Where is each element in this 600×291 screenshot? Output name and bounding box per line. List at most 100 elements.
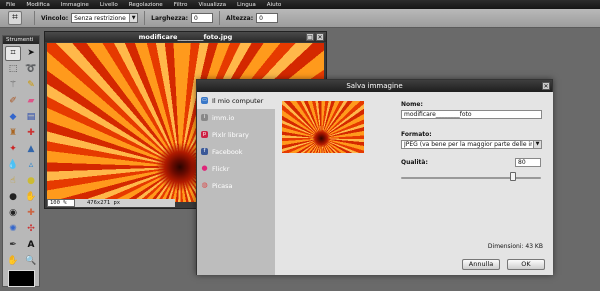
menu-lingua[interactable]: Lingua: [237, 2, 256, 8]
menu-filtro[interactable]: Filtro: [174, 2, 188, 8]
pinch-icon[interactable]: ✣: [23, 222, 39, 237]
pencil-icon[interactable]: ✎: [23, 78, 39, 93]
marquee-icon[interactable]: ⬚: [5, 62, 21, 77]
destination-label: imm.io: [212, 113, 235, 122]
chevron-down-icon: ▼: [533, 141, 541, 148]
tools-grid: ⌗ ➤ ⬚ ➰ ⚚ ✎ ✐ ▰ ◆ ▤ ♜ ✚ ✦ ▲ 💧 ▵ ☝ ● ● ✋ …: [3, 44, 39, 271]
brush-icon[interactable]: ✐: [5, 94, 21, 109]
tools-panel: Strumenti ⌗ ➤ ⬚ ➰ ⚚ ✎ ✐ ▰ ◆ ▤ ♜ ✚ ✦ ▲ 💧 …: [2, 35, 40, 287]
facebook-icon: f: [201, 148, 208, 155]
lasso-icon[interactable]: ➰: [23, 62, 39, 77]
destination-pixlr-library[interactable]: p Pixlr library: [197, 126, 275, 143]
menu-bar: File Modifica Immagine Livello Regolazio…: [0, 0, 600, 9]
close-icon[interactable]: ✕: [316, 33, 324, 41]
image-status-bar: 100 % 476x271 px: [47, 199, 197, 207]
vincolo-select[interactable]: Senza restrizione ▼: [71, 13, 139, 23]
crop-icon: ⌗: [8, 11, 22, 25]
name-input[interactable]: modificare________foto: [401, 110, 542, 119]
maximize-icon[interactable]: □: [306, 33, 314, 41]
window-buttons: □ ✕: [306, 33, 324, 41]
blur-icon[interactable]: 💧: [5, 158, 21, 173]
move-icon[interactable]: ➤: [23, 46, 39, 61]
picasa-icon: ◍: [201, 181, 208, 189]
menu-visualizza[interactable]: Visualizza: [198, 2, 226, 8]
cancel-button[interactable]: Annulla: [462, 259, 500, 270]
separator: [144, 11, 146, 25]
spot-heal-icon[interactable]: ✚: [23, 206, 39, 221]
menu-regolazione[interactable]: Regolazione: [129, 2, 163, 8]
burn-icon[interactable]: ✋: [23, 190, 39, 205]
save-dialog: Salva immagine ✕ ▭ Il mio computer i imm…: [196, 79, 553, 275]
options-bar: ⌗ Vincolo: Senza restrizione ▼ Larghezza…: [0, 9, 600, 28]
format-label: Formato:: [401, 131, 432, 138]
destination-label: Pixlr library: [212, 130, 249, 139]
close-icon[interactable]: ✕: [542, 82, 550, 90]
flickr-icon: ●: [201, 164, 208, 172]
image-preview: [282, 101, 364, 153]
quality-label: Qualità:: [401, 159, 428, 166]
larghezza-input[interactable]: 0: [191, 13, 214, 23]
menu-file[interactable]: File: [6, 2, 15, 8]
immio-icon: i: [201, 114, 208, 121]
format-value: JPEG (va bene per la maggior parte delle…: [404, 141, 532, 148]
destination-immio[interactable]: i imm.io: [197, 109, 275, 126]
sharpen-icon[interactable]: ▵: [23, 158, 39, 173]
zoom-icon[interactable]: 🔍: [23, 254, 39, 269]
pixlr-icon: p: [201, 131, 208, 138]
quality-slider-track[interactable]: [401, 177, 541, 179]
menu-modifica[interactable]: Modifica: [26, 2, 49, 8]
type-icon[interactable]: A: [23, 238, 39, 253]
menu-immagine[interactable]: Immagine: [61, 2, 89, 8]
colour-replace-icon[interactable]: ✚: [23, 126, 39, 141]
color-swatch[interactable]: [8, 270, 35, 287]
shape-icon[interactable]: ▲: [23, 142, 39, 157]
altezza-input[interactable]: 0: [256, 13, 279, 23]
image-dimensions: 476x271 px: [75, 199, 175, 207]
larghezza-label: Larghezza:: [151, 14, 189, 22]
save-dialog-title: Salva immagine: [346, 82, 403, 90]
bloat-icon[interactable]: ✺: [5, 222, 21, 237]
smudge-icon[interactable]: ☝: [5, 174, 21, 189]
red-eye-icon[interactable]: ◉: [5, 206, 21, 221]
gradient-icon[interactable]: ▤: [23, 110, 39, 125]
save-options-panel: Nome: modificare________foto Formato: JP…: [275, 92, 553, 275]
destination-flickr[interactable]: ● Flickr: [197, 160, 275, 177]
wand-icon[interactable]: ⚚: [5, 78, 21, 93]
destination-my-computer[interactable]: ▭ Il mio computer: [197, 92, 275, 109]
eraser-icon[interactable]: ▰: [23, 94, 39, 109]
destination-picasa[interactable]: ◍ Picasa: [197, 177, 275, 194]
tools-panel-title: Strumenti: [3, 36, 39, 44]
destination-label: Picasa: [212, 181, 233, 190]
menu-aiuto[interactable]: Aiuto: [267, 2, 282, 8]
chevron-down-icon: ▼: [129, 14, 138, 22]
image-window-titlebar[interactable]: modificare________foto.jpg □ ✕: [45, 32, 326, 42]
altezza-label: Altezza:: [226, 14, 254, 22]
ok-button[interactable]: OK: [507, 259, 545, 270]
picker-icon[interactable]: ✒: [5, 238, 21, 253]
crop-icon[interactable]: ⌗: [5, 46, 21, 61]
hand-icon[interactable]: ✋: [5, 254, 21, 269]
format-select[interactable]: JPEG (va bene per la maggior parte delle…: [401, 140, 542, 149]
quality-slider-handle[interactable]: [510, 172, 516, 181]
menu-livello[interactable]: Livello: [100, 2, 118, 8]
vincolo-value: Senza restrizione: [74, 14, 126, 22]
destination-label: Il mio computer: [212, 96, 264, 105]
zoom-input[interactable]: 100 %: [47, 199, 75, 207]
drawing-icon[interactable]: ✦: [5, 142, 21, 157]
sponge-icon[interactable]: ●: [23, 174, 39, 189]
vincolo-label: Vincolo:: [41, 14, 69, 22]
separator: [219, 11, 221, 25]
name-label: Nome:: [401, 101, 423, 108]
destination-facebook[interactable]: f Facebook: [197, 143, 275, 160]
dodge-icon[interactable]: ●: [5, 190, 21, 205]
save-dialog-titlebar[interactable]: Salva immagine ✕: [197, 80, 552, 92]
file-size-label: Dimensioni: 43 KB: [487, 243, 543, 250]
bucket-icon[interactable]: ◆: [5, 110, 21, 125]
stamp-icon[interactable]: ♜: [5, 126, 21, 141]
destination-label: Facebook: [212, 147, 243, 156]
destination-label: Flickr: [212, 164, 230, 173]
separator: [34, 11, 35, 25]
computer-icon: ▭: [201, 97, 208, 104]
image-window-title: modificare________foto.jpg: [138, 33, 233, 41]
quality-input[interactable]: 80: [515, 158, 541, 167]
